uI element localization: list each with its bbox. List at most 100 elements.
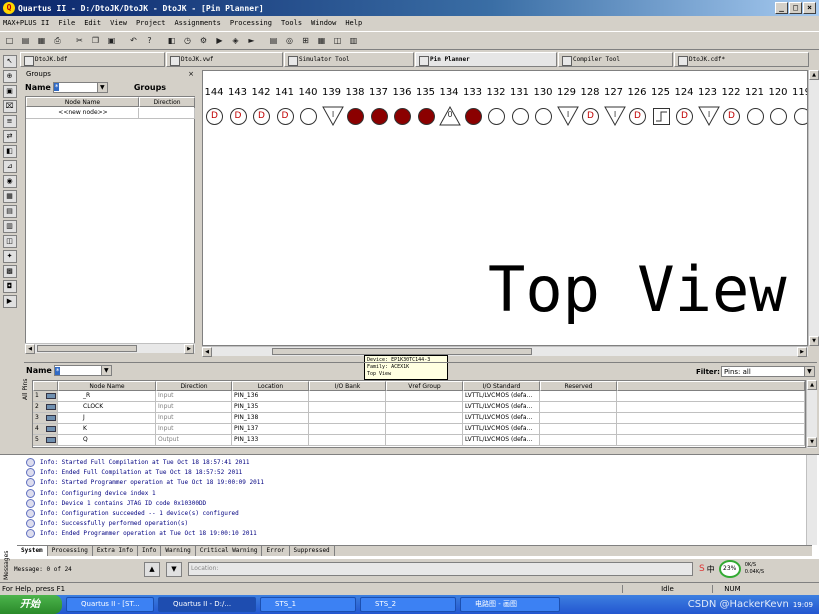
block-icon[interactable]: ▤ [2,205,17,218]
col-location[interactable]: Location [232,381,309,391]
layer-icon[interactable]: ◧ [2,145,17,158]
reserved-cell[interactable] [540,413,617,424]
menu-item-max-plus-ii[interactable]: MAX+PLUS II [3,19,49,27]
message-row[interactable]: Info: Ended Programmer operation at Tue … [26,529,257,539]
group-cell[interactable] [617,391,805,402]
pin-141[interactable]: D [276,108,294,125]
node-name-cell[interactable]: J [58,413,156,424]
tab-pin-planner[interactable]: Pin Planner [415,52,557,67]
pin-140[interactable] [300,108,317,125]
msg-tab-error[interactable]: Error [262,546,290,556]
io-bank-cell[interactable] [309,435,386,446]
legend-icon[interactable]: ▩ [2,265,17,278]
close-icon[interactable]: × [188,70,194,78]
tab-dtojk-bdf[interactable]: DtoJK.bdf [20,52,165,67]
grid-icon[interactable]: ▦ [2,190,17,203]
color-icon[interactable]: ✦ [2,250,17,263]
print-icon[interactable]: ⎙ [50,33,65,48]
col-direction[interactable]: Direction [139,97,195,107]
pin-143[interactable]: D [229,108,247,125]
start-icon[interactable]: ► [244,33,259,48]
scroll-left-icon[interactable]: ◀ [202,347,212,357]
settings-icon[interactable]: ⚙ [196,33,211,48]
col-node-name[interactable]: Node Name [58,381,156,391]
timing-icon[interactable]: ◷ [180,33,195,48]
io-standard-cell[interactable]: LVTTL/LVCMOS (defa... [463,391,540,402]
pin-134[interactable]: 0 [439,105,461,126]
report-icon[interactable]: ▤ [266,33,281,48]
select-icon[interactable]: ⌧ [2,100,17,113]
scroll-thumb[interactable] [37,345,137,352]
col-vref-group[interactable]: Vref Group [386,381,463,391]
message-row[interactable]: Info: Started Full Compilation at Tue Oc… [26,458,250,467]
pin-planner-vscroll[interactable]: ▲ ▼ [808,70,819,346]
scroll-right-icon[interactable]: ▶ [797,347,807,357]
tab-dtojk-vwf[interactable]: DtoJK.vwf [166,52,283,67]
pin-137[interactable] [370,108,388,125]
vref-group-cell[interactable] [386,391,463,402]
pin-135[interactable] [417,108,435,125]
new-node-direction[interactable] [139,108,195,119]
message-row[interactable]: Info: Configuration succeeded -- 1 devic… [26,509,239,518]
location-cell[interactable]: PIN_137 [232,424,309,435]
location-cell[interactable]: PIN_138 [232,413,309,424]
col-io-bank[interactable]: I/O Bank [309,381,386,391]
messages-vscroll[interactable] [806,455,817,545]
pin-131[interactable] [511,108,529,125]
message-row[interactable]: Info: Ended Full Compilation at Tue Oct … [26,468,242,478]
col-reserved[interactable]: Reserved [540,381,617,391]
io-bank-cell[interactable] [309,402,386,413]
group-icon[interactable]: ◫ [2,235,17,248]
netlist-icon[interactable]: ◫ [330,33,345,48]
vref-group-cell[interactable] [386,402,463,413]
node-name-combo[interactable]: * ▼ [53,365,112,376]
zoom-icon[interactable]: ⊕ [2,70,17,83]
reserved-cell[interactable] [540,435,617,446]
minimize-button[interactable]: _ [775,2,788,14]
pin-119[interactable] [793,108,807,125]
chevron-down-icon[interactable]: ▼ [803,367,814,376]
undo-icon[interactable]: ↶ [126,33,141,48]
cut-icon[interactable]: ✂ [72,33,87,48]
taskbar-item[interactable]: STS_2 [360,597,456,612]
menu-item-project[interactable]: Project [136,19,166,27]
pin-128[interactable]: D [582,108,599,125]
pin-139[interactable]: I [321,106,344,127]
vref-group-cell[interactable] [386,424,463,435]
fit-icon[interactable]: ▣ [2,85,17,98]
location-cell[interactable]: PIN_133 [232,435,309,446]
reserved-cell[interactable] [540,424,617,435]
reserved-cell[interactable] [540,391,617,402]
direction-cell[interactable]: Input [156,413,232,424]
route-icon[interactable]: ⊿ [2,160,17,173]
node-name-cell[interactable]: Q [58,435,156,446]
tab-simulator-tool[interactable]: Simulator Tool [284,52,414,67]
compile-icon[interactable]: ▶ [212,33,227,48]
message-row[interactable]: Info: Device 1 contains JTAG ID code 0x1… [26,498,206,508]
ime-zh-icon[interactable]: 中 [707,564,715,575]
location-cell[interactable]: PIN_136 [232,391,309,402]
col-node-name[interactable]: Node Name [26,97,139,107]
help-pointer-icon[interactable]: ? [142,33,157,48]
pinplanner-icon[interactable]: ⊞ [298,33,313,48]
pin-144[interactable]: D [206,108,223,125]
node-name-cell[interactable]: CLOCK [58,402,156,413]
menu-item-view[interactable]: View [110,19,127,27]
bank-icon[interactable]: ▥ [2,220,17,233]
msg-tab-warning[interactable]: Warning [161,546,196,556]
message-row[interactable]: Info: Successfully performed operation(s… [26,519,188,529]
scroll-left-icon[interactable]: ◀ [25,344,35,354]
pin-130[interactable] [535,108,552,125]
pin-124[interactable]: D [676,108,693,125]
menu-item-processing[interactable]: Processing [230,19,272,27]
pin-120[interactable] [770,108,787,125]
taskbar-item[interactable]: STS_1 [260,597,356,612]
msg-tab-processing[interactable]: Processing [48,546,93,556]
group-cell[interactable] [617,413,805,424]
direction-cell[interactable]: Input [156,402,232,413]
chip-icon[interactable]: ▦ [314,33,329,48]
menu-item-window[interactable]: Window [311,19,336,27]
save-icon[interactable]: ▦ [34,33,49,48]
io-standard-cell[interactable]: LVTTL/LVCMOS (defa... [463,435,540,446]
node-name-cell[interactable]: K [58,424,156,435]
